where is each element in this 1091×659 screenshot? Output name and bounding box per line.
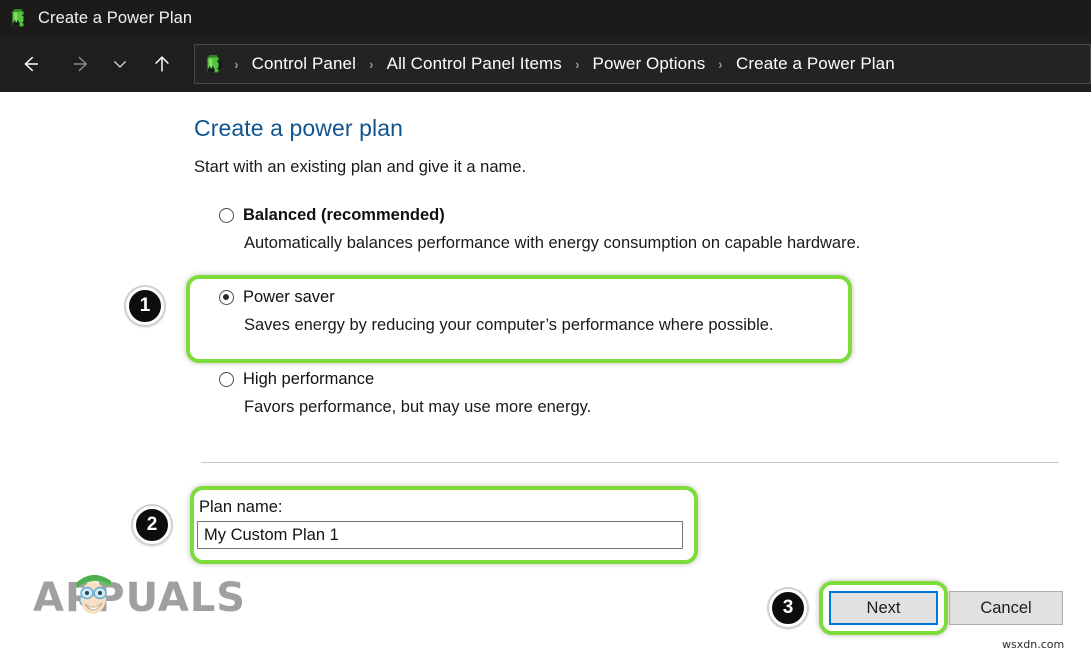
plan-option-balanced[interactable]: Balanced (recommended) Automatically bal…: [219, 205, 860, 253]
window-titlebar: Create a Power Plan: [0, 0, 1091, 36]
step-badge-2: 2: [133, 506, 171, 544]
radio-power-saver[interactable]: [219, 290, 234, 305]
address-power-battery-plug-icon: [203, 53, 225, 75]
plan-label-power-saver: Power saver: [243, 287, 335, 307]
radio-balanced[interactable]: [219, 208, 234, 223]
radio-high-performance[interactable]: [219, 372, 234, 387]
wsxdn-watermark: wsxdn.com: [1002, 638, 1064, 651]
forward-button[interactable]: [60, 46, 96, 82]
back-button[interactable]: [12, 46, 48, 82]
breadcrumb-separator-0: ›: [227, 56, 246, 72]
plan-name-input[interactable]: [197, 521, 683, 549]
plan-description-high-performance: Favors performance, but may use more ene…: [244, 397, 591, 417]
plan-option-high-performance[interactable]: High performance Favors performance, but…: [219, 369, 591, 417]
arrow-left-icon: [19, 53, 41, 75]
main-content: Create a power plan Start with an existi…: [0, 92, 1091, 659]
cancel-button[interactable]: Cancel: [949, 591, 1063, 625]
breadcrumb-item-all-control-panel-items[interactable]: All Control Panel Items: [383, 54, 566, 74]
plan-label-high-performance: High performance: [243, 369, 374, 389]
plan-description-balanced: Automatically balances performance with …: [244, 233, 860, 253]
page-subtitle: Start with an existing plan and give it …: [194, 158, 526, 177]
up-one-level-button[interactable]: [144, 46, 180, 82]
breadcrumb-item-control-panel[interactable]: Control Panel: [248, 54, 360, 74]
step-badge-1: 1: [126, 287, 164, 325]
plan-option-power-saver[interactable]: Power saver Saves energy by reducing you…: [219, 287, 774, 335]
breadcrumb-separator-2: ›: [568, 56, 587, 72]
page-title: Create a power plan: [194, 115, 403, 142]
breadcrumb-item-power-options[interactable]: Power Options: [589, 54, 710, 74]
chevron-down-icon: [111, 55, 129, 73]
address-bar[interactable]: › Control Panel › All Control Panel Item…: [194, 44, 1091, 84]
step-badge-3: 3: [769, 589, 807, 627]
breadcrumb-separator-3: ›: [711, 56, 730, 72]
plan-name-label: Plan name:: [199, 498, 282, 517]
navigation-bar: › Control Panel › All Control Panel Item…: [0, 36, 1091, 92]
power-battery-plug-icon: [8, 7, 30, 29]
breadcrumb-separator-1: ›: [362, 56, 381, 72]
window-title: Create a Power Plan: [38, 9, 192, 28]
next-button[interactable]: Next: [829, 591, 938, 625]
section-divider: [201, 462, 1059, 463]
breadcrumb-item-create-a-power-plan[interactable]: Create a Power Plan: [732, 54, 899, 74]
plan-label-balanced: Balanced (recommended): [243, 205, 445, 225]
recent-locations-button[interactable]: [102, 46, 138, 82]
arrow-right-icon: [67, 53, 89, 75]
plan-description-power-saver: Saves energy by reducing your computer’s…: [244, 315, 774, 335]
breadcrumb: › Control Panel › All Control Panel Item…: [225, 54, 899, 74]
arrow-up-icon: [151, 53, 173, 75]
